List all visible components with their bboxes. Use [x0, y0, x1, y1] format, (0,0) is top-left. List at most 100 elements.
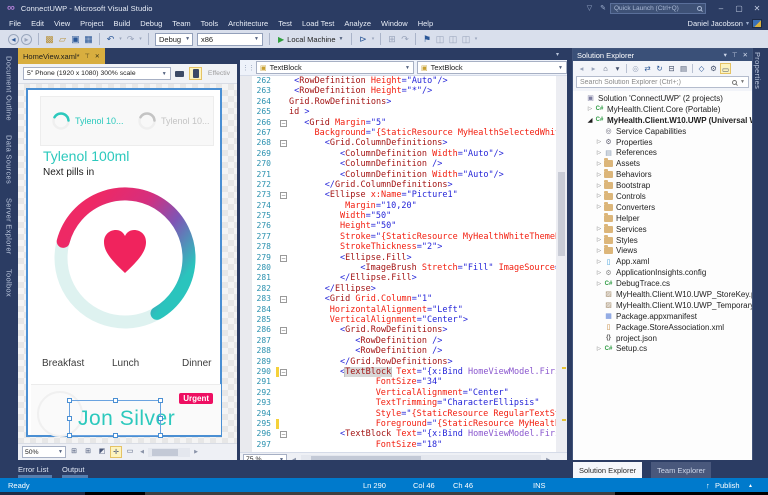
solution-explorer-header[interactable]: Solution Explorer ▾ ⊤ ✕ [573, 49, 752, 61]
tree-item-solution-connectuwp-2-projects[interactable]: ▣Solution 'ConnectUWP' (2 projects) [573, 93, 752, 104]
undo-dropdown-caret[interactable]: ▾ [117, 33, 124, 45]
tree-item-views[interactable]: ▷Views [573, 245, 752, 256]
code-line[interactable]: 270<ColumnDefinition /> [240, 159, 567, 169]
collapse-region-icon[interactable]: – [280, 192, 287, 199]
tree-item-controls[interactable]: ▷Controls [573, 191, 752, 202]
save-icon[interactable]: ▣ [69, 33, 82, 45]
panel-tab-team-explorer[interactable]: Team Explorer [651, 462, 711, 478]
tree-item-service-capabilities[interactable]: ◎Service Capabilities [573, 126, 752, 137]
tool-tab-properties[interactable]: Properties [753, 52, 762, 89]
publish-button[interactable]: Publish [715, 481, 740, 490]
code-line[interactable]: 291FontSize="34" [240, 377, 567, 387]
collapsed-arrow-icon[interactable]: ▷ [595, 248, 603, 254]
solution-explorer-search-input[interactable]: Search Solution Explorer (Ctrl+;) ▼ [576, 76, 749, 88]
menu-help[interactable]: Help [413, 19, 438, 28]
portrait-orientation-button[interactable] [189, 67, 202, 80]
open-file-icon[interactable]: ▱ [56, 33, 69, 45]
quick-launch-input[interactable]: Quick Launch (Ctrl+Q) [610, 3, 706, 14]
publish-caret-icon[interactable]: ▲ [748, 483, 753, 489]
tree-item-myhealth-client-core-portable[interactable]: ▷C#MyHealth.Client.Core (Portable) [573, 104, 752, 115]
tree-item-project-json[interactable]: {}project.json [573, 333, 752, 344]
switch-views-icon[interactable]: ▾ [612, 63, 623, 74]
code-line[interactable]: 293TextTrimming="CharacterEllipsis" [240, 398, 567, 408]
code-line[interactable]: 265id > [240, 107, 567, 117]
menu-debug[interactable]: Debug [135, 19, 167, 28]
fold-margin[interactable]: – [279, 294, 289, 304]
code-line[interactable]: 280<ImageBrush Stretch="Fill" ImageSourc… [240, 263, 567, 273]
fold-margin[interactable]: – [279, 325, 289, 335]
menu-tools[interactable]: Tools [196, 19, 224, 28]
menu-test[interactable]: Test [273, 19, 297, 28]
menu-project[interactable]: Project [75, 19, 108, 28]
menu-edit[interactable]: Edit [26, 19, 49, 28]
scroll-left-icon[interactable]: ◀ [138, 449, 146, 455]
step-over-icon[interactable]: ↷ [398, 33, 411, 45]
code-line[interactable]: 274Margin="10,20" [240, 201, 567, 211]
menu-analyze[interactable]: Analyze [339, 19, 376, 28]
code-line[interactable]: 283–<Grid Grid.Column="1" [240, 294, 567, 304]
collapse-region-icon[interactable]: – [280, 327, 287, 334]
device-scale-select[interactable]: 5" Phone (1920 x 1080) 300% scale ▼ [23, 67, 171, 80]
clear-bookmarks-icon[interactable]: ◫ [459, 33, 472, 45]
collapsed-arrow-icon[interactable]: ▷ [595, 226, 603, 232]
collapse-region-icon[interactable]: – [280, 255, 287, 262]
menu-architecture[interactable]: Architecture [223, 19, 273, 28]
pill-reminder-item[interactable]: Tylenol 10... [137, 111, 213, 131]
filter-icon[interactable]: ▽ [587, 4, 592, 12]
tree-item-bootstrap[interactable]: ▷Bootstrap [573, 180, 752, 191]
breadcrumb-element-select-right[interactable]: ▣ TextBlock ▼ [417, 61, 567, 74]
start-debugging-button[interactable]: ▶Local Machine▼ [274, 33, 347, 46]
code-line[interactable]: 275Width="50" [240, 211, 567, 221]
tree-item-myhealth-client-w10-uwp-storekey-pfx[interactable]: ▨MyHealth.Client.W10.UWP_StoreKey.pfx [573, 289, 752, 300]
snap-to-snaplines-icon[interactable]: ✛ [110, 446, 122, 458]
refresh-icon[interactable]: ↻ [654, 63, 665, 74]
tree-item-styles[interactable]: ▷Styles [573, 235, 752, 246]
collapsed-arrow-icon[interactable]: ▷ [586, 106, 594, 112]
solution-configurations-select[interactable]: Debug▼ [155, 33, 193, 46]
designer-horizontal-scrollbar[interactable] [148, 448, 190, 457]
code-line[interactable]: 281</Ellipse.Fill> [240, 273, 567, 283]
pill-reminder-list[interactable]: Tylenol 10... Tylenol 10... [40, 96, 214, 146]
show-all-files-icon[interactable]: ▤ [678, 63, 689, 74]
code-line[interactable]: 279–<Ellipse.Fill> [240, 253, 567, 263]
fold-margin[interactable]: – [279, 367, 289, 377]
window-position-caret-icon[interactable]: ▾ [724, 51, 727, 59]
pending-changes-filter-icon[interactable]: ◎ [630, 63, 641, 74]
snap-grid-icon[interactable]: ⊞ [82, 446, 94, 458]
menu-file[interactable]: File [4, 19, 26, 28]
collapse-region-icon[interactable]: – [280, 140, 287, 147]
minimize-button[interactable]: – [714, 4, 728, 13]
collapsed-arrow-icon[interactable]: ▷ [595, 161, 603, 167]
editor-vertical-scrollbar[interactable] [556, 76, 567, 452]
code-line[interactable]: 268–<Grid.ColumnDefinitions> [240, 138, 567, 148]
zoom-fit-icon[interactable]: ▭ [124, 446, 136, 458]
code-line[interactable]: 287<RowDefinition /> [240, 336, 567, 346]
tree-item-references[interactable]: ▷▤References [573, 147, 752, 158]
forward-icon[interactable]: ▸ [588, 63, 599, 74]
tree-item-setup-cs[interactable]: ▷C#Setup.cs [573, 343, 752, 354]
designer-selection-adorner[interactable] [69, 400, 161, 436]
code-line[interactable]: 285VerticalAlignment="Center"> [240, 315, 567, 325]
tree-item-helper[interactable]: Helper [573, 213, 752, 224]
collapsed-arrow-icon[interactable]: ▷ [595, 270, 603, 276]
code-line[interactable]: 263<RowDefinition Height="*"/> [240, 86, 567, 96]
pin-icon[interactable]: ⊤ [732, 51, 738, 59]
code-line[interactable]: 289</Grid.RowDefinitions> [240, 357, 567, 367]
new-project-icon[interactable]: ▩ [43, 33, 56, 45]
collapse-region-icon[interactable]: – [280, 431, 287, 438]
expanded-arrow-icon[interactable]: ◢ [586, 116, 594, 124]
collapse-region-icon[interactable]: – [280, 369, 287, 376]
code-line[interactable]: 294Style="{StaticResource RegularTextSty… [240, 409, 567, 419]
pill-reminder-item[interactable]: Tylenol 10... [51, 111, 127, 131]
code-line[interactable]: 278StrokeThickness="2"> [240, 242, 567, 252]
tree-item-converters[interactable]: ▷Converters [573, 202, 752, 213]
landscape-orientation-button[interactable] [174, 67, 187, 80]
fold-margin[interactable]: – [279, 429, 289, 439]
code-line[interactable]: 262<RowDefinition Height="Auto"/> [240, 76, 567, 86]
tool-tab-toolbox[interactable]: Toolbox [5, 269, 14, 297]
tree-item-myhealth-client-w10-uwp-universal-windows[interactable]: ◢C#MyHealth.Client.W10.UWP (Universal Wi… [573, 115, 752, 126]
patient-card[interactable]: Jon Silver Urgent [31, 384, 221, 435]
properties-window-icon[interactable]: ⚙ [708, 63, 719, 74]
menu-load-test[interactable]: Load Test [297, 19, 339, 28]
close-button[interactable]: ✕ [750, 4, 764, 13]
